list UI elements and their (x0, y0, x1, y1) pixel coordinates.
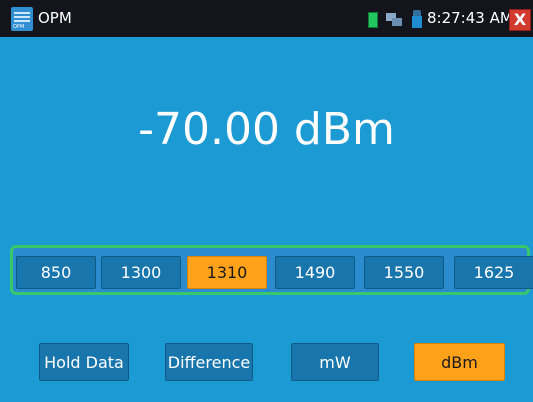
app-icon[interactable]: OPM (11, 7, 33, 31)
wavelength-1300-button[interactable]: 1300 (101, 256, 181, 289)
hold-data-button[interactable]: Hold Data (39, 343, 129, 381)
unit-dbm-button[interactable]: dBm (414, 343, 505, 381)
power-readout: -70.00 dBm (138, 104, 395, 155)
difference-button[interactable]: Difference (165, 343, 253, 381)
lock-icon (412, 10, 422, 28)
unit-mw-button[interactable]: mW (291, 343, 379, 381)
wavelength-850-button[interactable]: 850 (16, 256, 96, 289)
wavelength-1310-button[interactable]: 1310 (187, 256, 267, 289)
network-icon (386, 11, 404, 27)
clock: 8:27:43 AM (427, 9, 513, 27)
wavelength-1490-button[interactable]: 1490 (275, 256, 355, 289)
wavelength-1550-button[interactable]: 1550 (364, 256, 444, 289)
close-icon[interactable]: X (509, 9, 531, 31)
app-icon-bars (14, 12, 30, 14)
app-icon-caption: OPM (13, 24, 25, 30)
wavelength-selector: 850 1300 1310 1490 1550 1625 (10, 245, 533, 295)
battery-icon (368, 12, 378, 28)
wavelength-1625-button[interactable]: 1625 (454, 256, 533, 289)
status-bar: OPM OPM 8:27:43 AM X (0, 0, 533, 37)
app-title: OPM (38, 9, 72, 27)
